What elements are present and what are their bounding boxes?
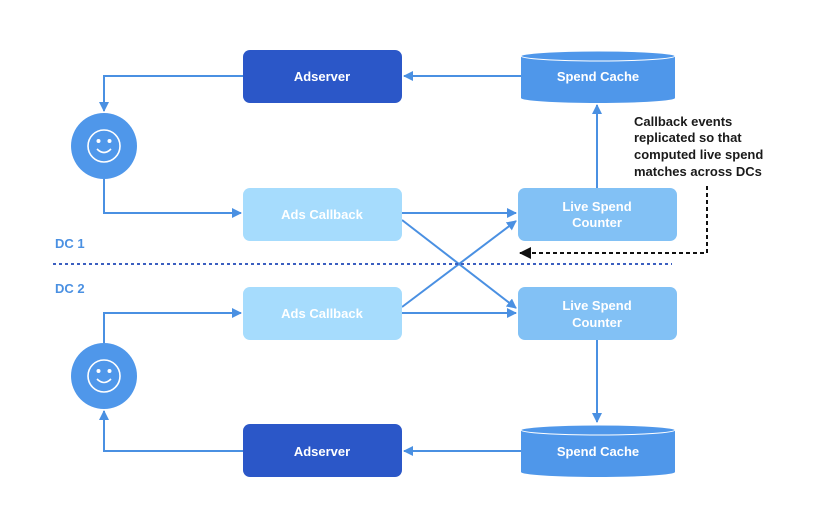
svg-text:Live Spend: Live Spend (562, 199, 631, 214)
svg-text:Callback events: Callback events (634, 114, 732, 129)
svg-text:Spend Cache: Spend Cache (557, 69, 639, 84)
live-spend-counter-dc2: Live Spend Counter (518, 287, 677, 340)
svg-text:replicated so that: replicated so that (634, 130, 742, 145)
replication-annotation: Callback events replicated so that compu… (634, 114, 763, 179)
svg-text:Spend Cache: Spend Cache (557, 444, 639, 459)
user-dc2 (71, 343, 137, 409)
spend-cache-dc2: Spend Cache (520, 424, 676, 477)
dc-replication-diagram: DC 1 DC 2 Adserver Spend Cache Ads Callb… (53, 50, 763, 477)
svg-text:Adserver: Adserver (294, 69, 350, 84)
dc2-label: DC 2 (55, 281, 85, 296)
edge-user-to-callback-dc2 (103, 308, 242, 343)
adserver-dc1: Adserver (243, 50, 402, 103)
edge-adserver-to-user-dc1 (99, 75, 243, 112)
adserver-dc2: Adserver (243, 424, 402, 477)
user-dc1 (71, 113, 137, 179)
dc1-label: DC 1 (55, 236, 85, 251)
edge-user-to-callback-dc1 (103, 179, 242, 218)
svg-text:Ads Callback: Ads Callback (281, 306, 363, 321)
svg-text:Counter: Counter (572, 215, 622, 230)
edge-adserver-to-user-dc2 (99, 410, 243, 452)
svg-text:Live Spend: Live Spend (562, 298, 631, 313)
svg-text:Ads Callback: Ads Callback (281, 207, 363, 222)
spend-cache-dc1: Spend Cache (520, 50, 676, 103)
live-spend-counter-dc1: Live Spend Counter (518, 188, 677, 241)
ads-callback-dc1: Ads Callback (243, 188, 402, 241)
svg-text:computed live spend: computed live spend (634, 147, 763, 162)
svg-text:Adserver: Adserver (294, 444, 350, 459)
svg-text:matches across DCs: matches across DCs (634, 164, 762, 179)
svg-text:Counter: Counter (572, 315, 622, 330)
ads-callback-dc2: Ads Callback (243, 287, 402, 340)
